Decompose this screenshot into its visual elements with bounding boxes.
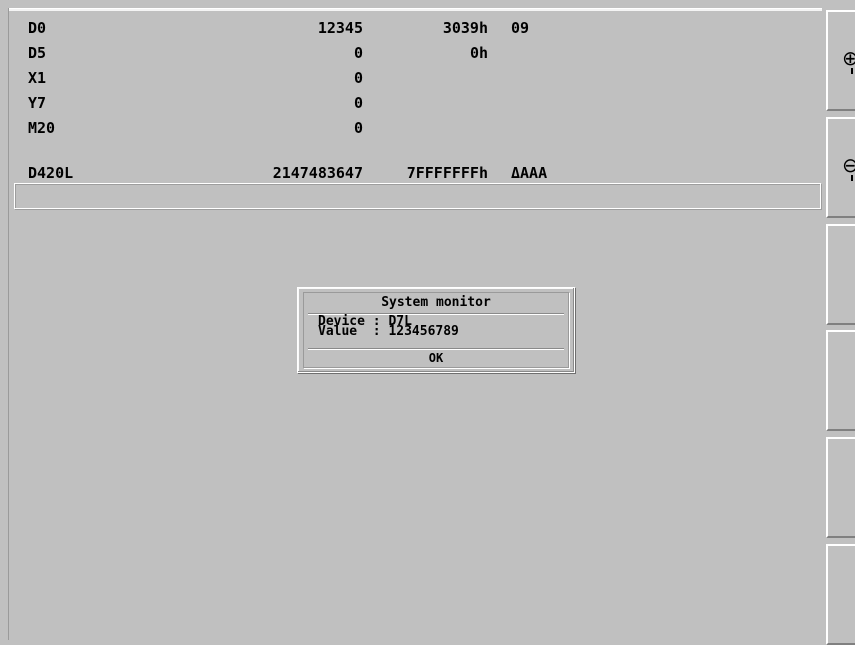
system-monitor-dialog: System monitor Device : D7L Value : 1234… xyxy=(297,287,575,373)
side-button-4[interactable] xyxy=(826,330,855,431)
ok-button[interactable]: OK xyxy=(308,351,564,365)
device-name: D5 xyxy=(28,44,47,62)
device-name: Y7 xyxy=(28,94,47,112)
zoom-in-button[interactable]: ⊕ xyxy=(826,10,855,111)
decimal-value: 0 xyxy=(353,44,363,62)
zoom-in-icon-stem xyxy=(851,68,853,74)
dialog-divider xyxy=(308,348,564,349)
side-toolbar: ⊕ ⊖ xyxy=(822,10,855,645)
decimal-value: 0 xyxy=(353,69,363,87)
monitor-row[interactable]: D5 0 0h xyxy=(18,41,618,66)
value-line: Value : 123456789 xyxy=(318,324,459,339)
device-entry-field[interactable] xyxy=(14,183,821,209)
monitor-row[interactable]: M20 0 xyxy=(18,116,618,141)
device-name: D0 xyxy=(28,19,47,37)
side-button-3[interactable] xyxy=(826,224,855,325)
zoom-in-icon: ⊕ xyxy=(842,46,855,70)
zoom-out-icon: ⊖ xyxy=(842,153,855,177)
dialog-body: Device : D7L Value : 123456789 xyxy=(318,315,558,339)
window-top-border xyxy=(8,8,822,11)
monitor-row[interactable]: Y7 0 xyxy=(18,91,618,116)
monitor-row[interactable]: D0 12345 3039h 09 xyxy=(18,16,618,41)
device-name: M20 xyxy=(28,119,56,137)
decimal-value: 12345 xyxy=(317,19,363,37)
device-name: X1 xyxy=(28,69,47,87)
hex-value: 0h xyxy=(469,44,488,62)
decimal-value: 0 xyxy=(353,94,363,112)
dialog-title: System monitor xyxy=(381,295,491,310)
side-button-5[interactable] xyxy=(826,437,855,538)
zoom-out-button[interactable]: ⊖ xyxy=(826,117,855,218)
ascii-value: 09 xyxy=(511,19,530,37)
hex-value: 3039h xyxy=(442,19,488,37)
decimal-value: 0 xyxy=(353,119,363,137)
side-button-6[interactable] xyxy=(826,544,855,645)
zoom-out-icon-stem xyxy=(851,175,853,181)
monitor-row[interactable]: X1 0 xyxy=(18,66,618,91)
dialog-frame: System monitor Device : D7L Value : 1234… xyxy=(303,292,569,368)
